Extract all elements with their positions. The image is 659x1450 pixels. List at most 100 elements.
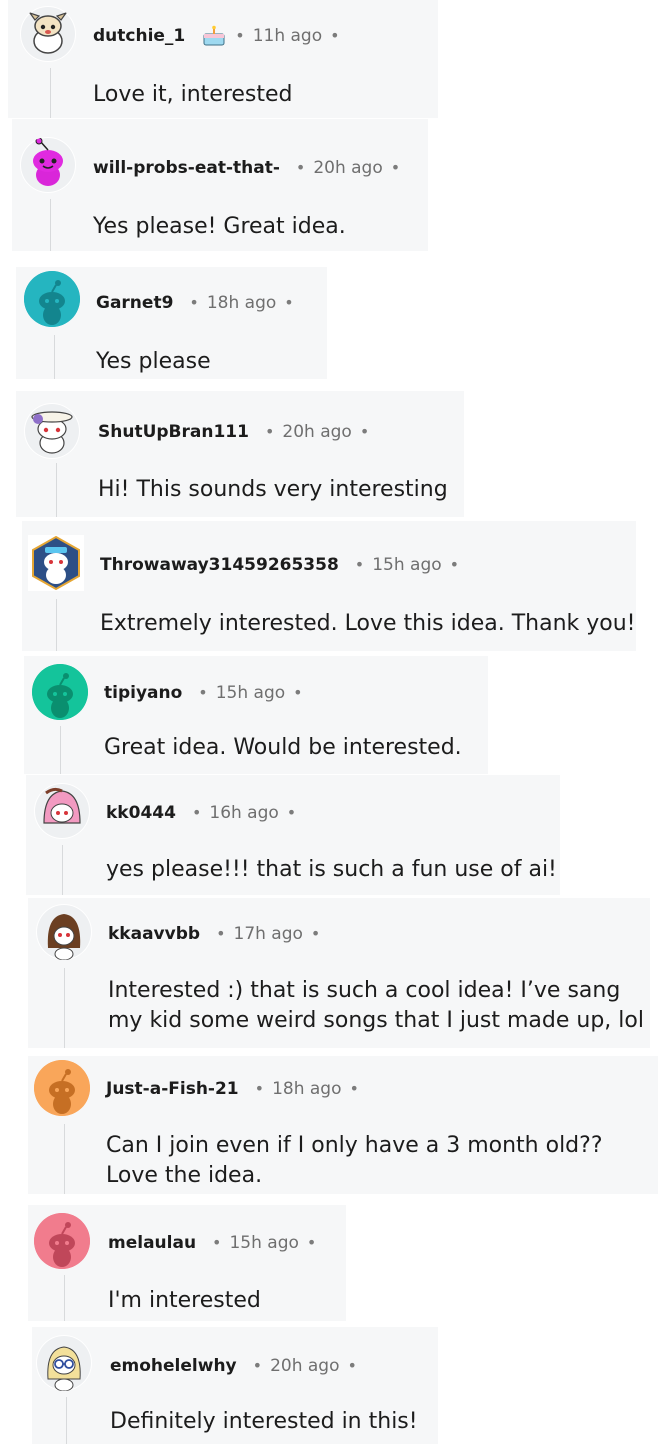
comment-card: kkaavvbb • 17h ago • Interested :) that … <box>28 898 650 1048</box>
timestamp[interactable]: 20h ago <box>282 421 351 443</box>
separator-dot: • <box>198 683 208 702</box>
thread-line[interactable] <box>54 335 55 379</box>
timestamp[interactable]: 17h ago <box>234 923 303 945</box>
comment-body: I'm interested <box>108 1288 261 1313</box>
comment-card: tipiyano • 15h ago • Great idea. Would b… <box>24 656 488 774</box>
comment-body: Yes please <box>96 349 211 374</box>
comment-header: Garnet9 • 18h ago • <box>96 292 302 314</box>
timestamp[interactable]: 11h ago <box>253 25 322 47</box>
separator-dot: • <box>354 555 365 574</box>
separator-dot: • <box>359 422 370 441</box>
avatar[interactable] <box>34 783 90 839</box>
comment-header: ShutUpBran111 • 20h ago • <box>98 421 377 443</box>
comment-card: Garnet9 • 18h ago • Yes please <box>16 267 327 379</box>
username[interactable]: kkaavvbb <box>108 923 200 945</box>
comment-body: Love it, interested <box>93 82 293 107</box>
comment-card: melaulau • 15h ago • I'm interested <box>28 1205 346 1321</box>
avatar[interactable] <box>32 664 88 720</box>
avatar[interactable] <box>36 1335 92 1391</box>
separator-dot: • <box>216 924 226 943</box>
timestamp[interactable]: 16h ago <box>209 802 278 824</box>
comment-header: tipiyano • 15h ago • <box>104 682 311 704</box>
default-snoo-avatar-icon <box>32 664 88 720</box>
comment-header: kk0444 • 16h ago • <box>106 802 304 824</box>
username[interactable]: dutchie_1 <box>93 25 185 47</box>
separator-dot: • <box>235 26 245 45</box>
timestamp[interactable]: 15h ago <box>229 1232 298 1254</box>
comment-card: Throwaway31459265358 • 15h ago • Extreme… <box>22 521 636 651</box>
comment-card: will-probs-eat-that- • 20h ago • Yes ple… <box>12 119 428 251</box>
username[interactable]: ShutUpBran111 <box>98 421 249 443</box>
thread-line[interactable] <box>50 199 51 251</box>
snoo-hexagon-avatar-icon <box>32 535 80 591</box>
thread-line[interactable] <box>64 968 65 1048</box>
username[interactable]: tipiyano <box>104 682 182 704</box>
thread-line[interactable] <box>64 1275 65 1321</box>
comment-card: dutchie_1 • 11h ago • Love it, intereste… <box>8 0 438 118</box>
snoo-dog-avatar-icon <box>21 7 75 61</box>
avatar[interactable] <box>20 137 76 193</box>
default-snoo-avatar-icon <box>34 1213 90 1269</box>
cake-flair-icon <box>201 25 227 47</box>
thread-line[interactable] <box>64 1124 65 1194</box>
separator-dot: • <box>252 1356 263 1375</box>
thread-line[interactable] <box>56 463 57 517</box>
comment-card: emohelelwhy • 20h ago • Definitely inter… <box>32 1327 438 1444</box>
default-snoo-avatar-icon <box>24 271 80 327</box>
comment-body: Hi! This sounds very interesting <box>98 477 448 502</box>
comment-header: Just-a-Fish-21 • 18h ago • <box>106 1078 367 1100</box>
snoo-magenta-avatar-icon <box>21 137 75 192</box>
avatar[interactable] <box>24 271 80 327</box>
thread-line[interactable] <box>50 68 51 118</box>
comment-header: dutchie_1 • 11h ago • <box>93 25 348 47</box>
snoo-flower-hat-avatar-icon <box>25 404 79 458</box>
comment-body: Can I join even if I only have a 3 month… <box>106 1133 603 1188</box>
separator-dot: • <box>189 293 199 312</box>
username[interactable]: kk0444 <box>106 802 176 824</box>
avatar[interactable] <box>36 904 92 960</box>
timestamp[interactable]: 20h ago <box>313 157 382 179</box>
timestamp[interactable]: 18h ago <box>272 1078 341 1100</box>
comment-body: Great idea. Would be interested. <box>104 735 462 760</box>
comment-header: melaulau • 15h ago • <box>108 1232 324 1254</box>
separator-dot: • <box>293 683 303 702</box>
comment-body: Interested :) that is such a cool idea! … <box>108 978 644 1033</box>
avatar[interactable] <box>20 6 76 62</box>
avatar[interactable] <box>34 1213 90 1269</box>
timestamp[interactable]: 15h ago <box>372 554 441 576</box>
comment-header: kkaavvbb • 17h ago • <box>108 923 328 945</box>
comment-header: Throwaway31459265358 • 15h ago • <box>100 554 467 576</box>
thread-line[interactable] <box>56 599 57 651</box>
separator-dot: • <box>284 293 294 312</box>
username[interactable]: Garnet9 <box>96 292 173 314</box>
separator-dot: • <box>310 924 321 943</box>
separator-dot: • <box>349 1079 359 1098</box>
default-snoo-avatar-icon <box>34 1060 90 1116</box>
separator-dot: • <box>390 158 401 177</box>
username[interactable]: Throwaway31459265358 <box>100 554 339 576</box>
comment-header: emohelelwhy • 20h ago • <box>110 1355 365 1377</box>
timestamp[interactable]: 20h ago <box>270 1355 339 1377</box>
username[interactable]: will-probs-eat-that- <box>93 157 280 179</box>
thread-line[interactable] <box>62 845 63 895</box>
timestamp[interactable]: 18h ago <box>207 292 276 314</box>
username[interactable]: emohelelwhy <box>110 1355 237 1377</box>
separator-dot: • <box>295 158 306 177</box>
separator-dot: • <box>306 1233 317 1252</box>
avatar[interactable] <box>34 1060 90 1116</box>
username[interactable]: melaulau <box>108 1232 196 1254</box>
timestamp[interactable]: 15h ago <box>216 682 285 704</box>
avatar[interactable] <box>24 403 80 459</box>
comment-card: kk0444 • 16h ago • yes please!!! that is… <box>26 775 560 895</box>
separator-dot: • <box>330 26 340 45</box>
avatar[interactable] <box>28 535 84 591</box>
comment-body: yes please!!! that is such a fun use of … <box>106 857 557 882</box>
separator-dot: • <box>347 1356 357 1375</box>
thread-line[interactable] <box>66 1397 67 1444</box>
snoo-glasses-avatar-icon <box>37 1336 91 1391</box>
snoo-pink-hood-avatar-icon <box>35 784 89 838</box>
thread-line[interactable] <box>60 726 61 774</box>
comment-card: ShutUpBran111 • 20h ago • Hi! This sound… <box>16 391 464 517</box>
username[interactable]: Just-a-Fish-21 <box>106 1078 239 1100</box>
comment-card: Just-a-Fish-21 • 18h ago • Can I join ev… <box>28 1056 658 1194</box>
